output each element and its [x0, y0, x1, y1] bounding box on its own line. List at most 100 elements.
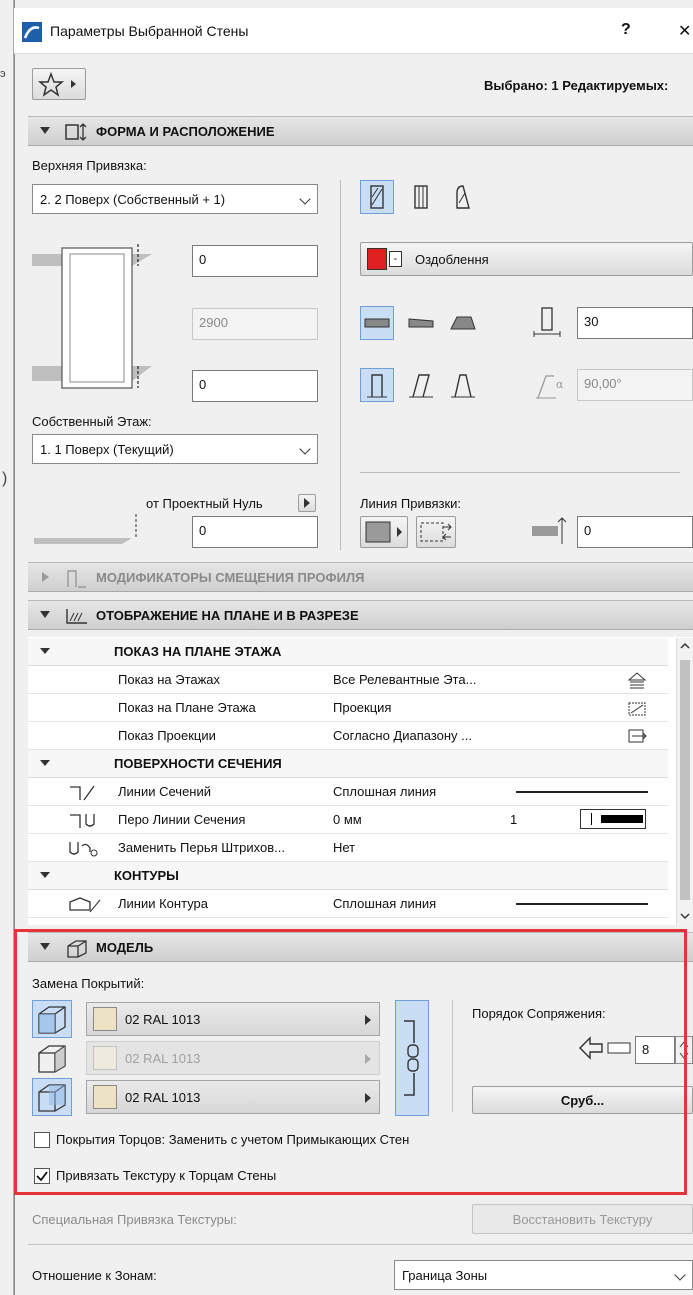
tree-row-show-projection[interactable]: Показ Проекции Согласно Диапазону ...: [28, 722, 668, 750]
arrow-right-icon: [304, 498, 310, 508]
wall-elevation-icon: [32, 236, 162, 406]
row-value: Нет: [333, 840, 356, 855]
help-button[interactable]: ?: [621, 21, 631, 39]
collapse-arrow-icon: [40, 611, 50, 618]
row-value: 0 мм: [333, 812, 362, 827]
wall-thickness-icon: [530, 304, 564, 340]
collapse-arrow-icon: [40, 760, 50, 766]
title-bar: Параметры Выбранной Стены ? ✕: [14, 8, 693, 54]
project-zero-label: от Проектный Нуль: [146, 496, 263, 511]
section-header-profile-modifiers[interactable]: МОДИФИКАТОРЫ СМЕЩЕНИЯ ПРОФИЛЯ: [28, 562, 693, 592]
scroll-thumb[interactable]: [680, 660, 690, 900]
straight-wall-button[interactable]: [360, 306, 394, 340]
profile-structure-button[interactable]: [446, 180, 480, 214]
highlight-frame: [14, 929, 687, 1195]
close-button[interactable]: ✕: [678, 21, 691, 41]
tree-row-outline-lines[interactable]: Линии Контура Сплошная линия: [28, 890, 668, 918]
slanted-wall-button[interactable]: [404, 368, 438, 402]
row-label: Линии Сечений: [118, 784, 211, 799]
reference-line-offset-input[interactable]: 0: [577, 516, 693, 548]
tree-row-floor-plan-display[interactable]: Показ на Плане Этажа Проекция: [28, 694, 668, 722]
section-header-shape[interactable]: ФОРМА И РАСПОЛОЖЕНИЕ: [28, 116, 693, 146]
section-title: ФОРМА И РАСПОЛОЖЕНИЕ: [96, 124, 275, 139]
chevron-down-icon: [674, 1269, 686, 1281]
override-pens-icon: [68, 838, 104, 858]
chevron-down-icon: [299, 443, 311, 455]
bottom-offset-input[interactable]: 0: [192, 370, 318, 402]
slant-angle-icon: α: [534, 370, 574, 402]
section-title: ОТОБРАЖЕНИЕ НА ПЛАНЕ И В РАЗРЕЗЕ: [96, 608, 359, 623]
cut-line-icon: [68, 782, 104, 802]
pen-number: 1: [510, 812, 518, 827]
favorites-button[interactable]: [32, 68, 86, 100]
stories-icon: [626, 670, 648, 690]
top-link-select[interactable]: 2. 2 Поверх (Собственный + 1): [32, 184, 318, 214]
top-link-label: Верхняя Привязка:: [32, 158, 147, 173]
project-zero-menu-button[interactable]: [298, 494, 316, 512]
scroll-down-icon[interactable]: [677, 908, 693, 924]
project-zero-input[interactable]: 0: [192, 516, 318, 548]
wall-thickness-input[interactable]: 30: [577, 307, 693, 339]
special-texture-label: Специальная Привязка Текстуры:: [32, 1212, 237, 1227]
divider: [28, 1244, 693, 1245]
group-header-floor-plan-display[interactable]: ПОКАЗ НА ПЛАНЕ ЭТАЖА: [28, 638, 668, 666]
floor-plan-section-icon: [64, 605, 90, 627]
tree-row-cut-lines[interactable]: Линии Сечений Сплошная линия: [28, 778, 668, 806]
group-header-outlines[interactable]: КОНТУРЫ: [28, 862, 668, 890]
slant-angle-input[interactable]: 90,00°: [577, 369, 693, 401]
group-title: ПОКАЗ НА ПЛАНЕ ЭТАЖА: [114, 644, 282, 659]
tree-row-cut-line-pen[interactable]: Перо Линии Сечения 0 мм 1: [28, 806, 668, 834]
tree-row-show-on-stories[interactable]: Показ на Этажах Все Релевантные Эта...: [28, 666, 668, 694]
trapezoid-wall-button[interactable]: [404, 306, 438, 340]
building-material-selector[interactable]: - Оздоблення: [360, 242, 693, 276]
reference-line-location-button[interactable]: [360, 516, 408, 548]
row-label: Линии Контура: [118, 896, 209, 911]
background-glyph: ): [2, 470, 8, 487]
row-value: Проекция: [333, 700, 392, 715]
archicad-logo-icon: [22, 22, 42, 42]
material-color-swatch: [367, 248, 387, 270]
pen-swatch: [580, 809, 646, 829]
tree-scrollbar[interactable]: [676, 638, 693, 926]
composite-structure-button[interactable]: [404, 180, 438, 214]
basic-structure-button[interactable]: [360, 180, 394, 214]
home-story-label: Собственный Этаж:: [32, 414, 152, 429]
line-type-preview: [516, 903, 648, 905]
tree-row-override-fill-pens[interactable]: Заменить Перья Штрихов... Нет: [28, 834, 668, 862]
cut-line-pen-icon: [68, 810, 104, 830]
range-icon: [626, 726, 648, 746]
home-story-value: 1. 1 Поверх (Текущий): [40, 442, 174, 457]
zone-relation-value: Граница Зоны: [402, 1268, 488, 1283]
basic-wall-icon: [370, 185, 384, 209]
home-story-select[interactable]: 1. 1 Поверх (Текущий): [32, 434, 318, 464]
line-type-preview: [516, 791, 648, 793]
polygonal-wall-button[interactable]: [446, 306, 480, 340]
section-header-floor-plan[interactable]: ОТОБРАЖЕНИЕ НА ПЛАНЕ И В РАЗРЕЗЕ: [28, 600, 693, 630]
row-value: Согласно Диапазону ...: [333, 728, 473, 743]
zone-relation-select[interactable]: Граница Зоны: [394, 1260, 693, 1290]
svg-text:α: α: [556, 378, 564, 391]
row-label: Показ на Плане Этажа: [118, 700, 256, 715]
floor-level-icon: [32, 508, 142, 548]
vertical-wall-icon: [367, 374, 387, 398]
window-title: Параметры Выбранной Стены: [50, 23, 249, 39]
row-label: Заменить Перья Штрихов...: [118, 840, 285, 855]
section-title: МОДИФИКАТОРЫ СМЕЩЕНИЯ ПРОФИЛЯ: [96, 570, 365, 585]
collapse-arrow-icon: [40, 648, 50, 654]
group-title: ПОВЕРХНОСТИ СЕЧЕНИЯ: [114, 756, 282, 771]
reference-line-flip-button[interactable]: [416, 516, 456, 548]
material-name: Оздоблення: [415, 252, 489, 267]
double-slanted-wall-button[interactable]: [446, 368, 480, 402]
trapezoid-wall-icon: [408, 318, 434, 328]
scroll-up-icon[interactable]: [677, 638, 693, 654]
profile-modifier-icon: [64, 567, 90, 589]
reference-line-offset-icon: [528, 514, 572, 548]
group-header-cut-surfaces[interactable]: ПОВЕРХНОСТИ СЕЧЕНИЯ: [28, 750, 668, 778]
projection-icon: [626, 698, 648, 718]
restore-texture-button[interactable]: Восстановить Текстуру: [472, 1204, 693, 1234]
vertical-wall-button[interactable]: [360, 368, 394, 402]
zone-relation-label: Отношение к Зонам:: [32, 1268, 157, 1283]
row-value: Сплошная линия: [333, 896, 437, 911]
height-input[interactable]: 2900: [192, 308, 318, 340]
top-offset-input[interactable]: 0: [192, 245, 318, 277]
